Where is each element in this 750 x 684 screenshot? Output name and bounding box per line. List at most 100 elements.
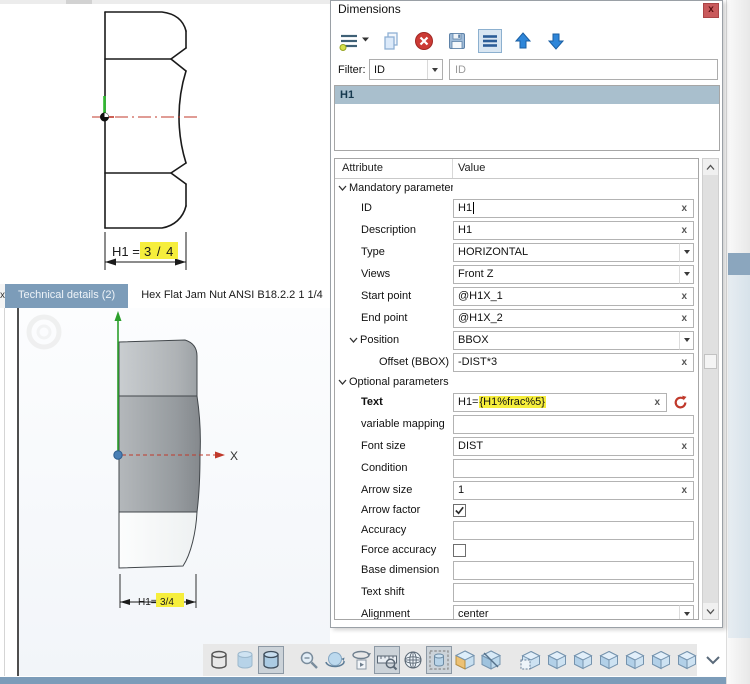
view-front-icon[interactable] (544, 646, 570, 674)
x-axis-label: X (230, 449, 238, 463)
field-views[interactable]: Front Z (453, 265, 679, 284)
attr-label: Arrow factor (335, 504, 453, 516)
field-text: 1 (458, 484, 464, 496)
view-left-icon[interactable] (596, 646, 622, 674)
field-variable-mapping[interactable] (453, 415, 694, 434)
mesh-quality-icon[interactable] (400, 646, 426, 674)
save-dimensions-button[interactable] (445, 29, 469, 53)
field-condition[interactable] (453, 459, 694, 478)
clipping-icon[interactable] (478, 646, 504, 674)
clear-field-button[interactable]: x (677, 225, 691, 236)
filter-input[interactable] (449, 59, 718, 80)
attr-label-text: Offset (BBOX) (379, 356, 449, 368)
field-description[interactable]: H1x (453, 221, 694, 240)
expander-caret-icon[interactable] (338, 184, 347, 192)
list-view-button[interactable] (478, 29, 502, 53)
scroll-up-icon[interactable] (703, 159, 718, 175)
orbit-icon[interactable] (322, 646, 348, 674)
view-iso-icon[interactable] (674, 646, 700, 674)
view-top-icon[interactable] (648, 646, 674, 674)
field-font-size[interactable]: DISTx (453, 437, 694, 456)
attr-label-text: Force accuracy (361, 544, 436, 556)
shaded-edges-display-icon[interactable] (258, 646, 284, 674)
attr-label: Condition (335, 462, 453, 474)
application-window: H1 = 3 / 4 x Technical details (2)Hex Fl… (0, 0, 750, 684)
field-text[interactable]: H1={H1%frac%5}x (453, 393, 667, 412)
clear-field-button[interactable]: x (677, 441, 691, 452)
copy-dimension-button[interactable] (379, 29, 403, 53)
filter-field-select[interactable]: ID (369, 59, 443, 80)
attr-label: Type (335, 246, 453, 258)
section-plane-icon[interactable] (452, 646, 478, 674)
more-views-chevron-icon[interactable] (700, 646, 726, 674)
viewport-3d[interactable]: X H1= 3/4 (17, 308, 330, 676)
turntable-icon[interactable] (348, 646, 374, 674)
attr-label-text: variable mapping (361, 418, 445, 430)
add-dimension-menu-button[interactable] (337, 29, 361, 53)
menu-caret-icon[interactable] (361, 28, 370, 55)
expander-caret-icon[interactable] (338, 378, 347, 386)
dialog-close-button[interactable]: x (703, 3, 719, 18)
display-mode-group (206, 646, 504, 674)
field-position[interactable]: BBOX (453, 331, 679, 350)
clear-field-button[interactable]: x (677, 485, 691, 496)
dimension-list[interactable]: H1 (334, 85, 720, 151)
dialog-title: Dimensions (338, 2, 401, 16)
clear-field-button[interactable]: x (677, 291, 691, 302)
wireframe-display-icon[interactable] (206, 646, 232, 674)
field-end-point[interactable]: @H1X_2x (453, 309, 694, 328)
view-back-icon[interactable] (570, 646, 596, 674)
tab-technical-details-2[interactable]: Technical details (2) (5, 284, 128, 308)
column-header-value: Value (453, 159, 698, 178)
bounding-box-icon[interactable] (426, 646, 452, 674)
shaded-display-icon[interactable] (232, 646, 258, 674)
field-alignment[interactable]: center (453, 605, 679, 621)
list-item-h1[interactable]: H1 (335, 86, 719, 104)
attr-label: Force accuracy (335, 544, 453, 556)
zoom-icon[interactable] (296, 646, 322, 674)
attr-row-end-point: End point@H1X_2x (335, 307, 698, 329)
revert-text-button[interactable] (673, 395, 688, 410)
clear-field-button[interactable]: x (650, 397, 664, 408)
attr-value-cell (453, 544, 698, 557)
window-right-edge (726, 0, 750, 684)
field-start-point[interactable]: @H1X_1 x (453, 287, 694, 306)
attr-label: Optional parameters (335, 376, 453, 388)
clear-field-button[interactable]: x (677, 203, 691, 214)
scroll-down-icon[interactable] (703, 603, 718, 619)
checkbox-force-accuracy[interactable] (453, 544, 466, 557)
field-id[interactable]: H1x (453, 199, 694, 218)
field-offset-bbox[interactable]: -DIST*3x (453, 353, 694, 372)
attr-row-font-size: Font sizeDISTx (335, 435, 698, 457)
dropdown-caret-icon[interactable] (679, 243, 694, 262)
field-type[interactable]: HORIZONTAL (453, 243, 679, 262)
attr-value-cell: H1x (453, 199, 698, 218)
measure-icon[interactable] (374, 646, 400, 674)
attr-label: ID (335, 202, 453, 214)
move-up-button[interactable] (511, 29, 535, 53)
window-scrollbar-track[interactable] (728, 275, 750, 638)
field-accuracy[interactable] (453, 521, 694, 540)
field-text-shift[interactable] (453, 583, 694, 602)
left-hairline (4, 308, 5, 676)
dropdown-caret-icon[interactable] (679, 605, 694, 621)
dropdown-caret-icon[interactable] (679, 331, 694, 350)
attr-value-cell: H1={H1%frac%5}x (453, 393, 698, 412)
window-scrollbar-thumb[interactable] (728, 253, 750, 275)
table-scrollbar[interactable] (702, 158, 719, 620)
field-text: @H1X_1 (458, 290, 503, 302)
expander-caret-icon[interactable] (349, 336, 358, 344)
view-select-icon[interactable] (518, 646, 544, 674)
clear-field-button[interactable]: x (677, 313, 691, 324)
view-right-icon[interactable] (622, 646, 648, 674)
table-scrollbar-thumb[interactable] (704, 354, 717, 369)
field-base-dimension[interactable] (453, 561, 694, 580)
clear-field-button[interactable]: x (677, 357, 691, 368)
dropdown-caret-icon[interactable] (679, 265, 694, 284)
dropdown-caret-icon[interactable] (427, 60, 442, 79)
move-down-button[interactable] (544, 29, 568, 53)
delete-dimension-button[interactable] (412, 29, 436, 53)
tab-hex-flat-jam-nut-ansi-b18-2-2-1-1-4[interactable]: Hex Flat Jam Nut ANSI B18.2.2 1 1/4 (128, 284, 336, 308)
checkbox-arrow-factor[interactable] (453, 504, 466, 517)
field-arrow-size[interactable]: 1x (453, 481, 694, 500)
